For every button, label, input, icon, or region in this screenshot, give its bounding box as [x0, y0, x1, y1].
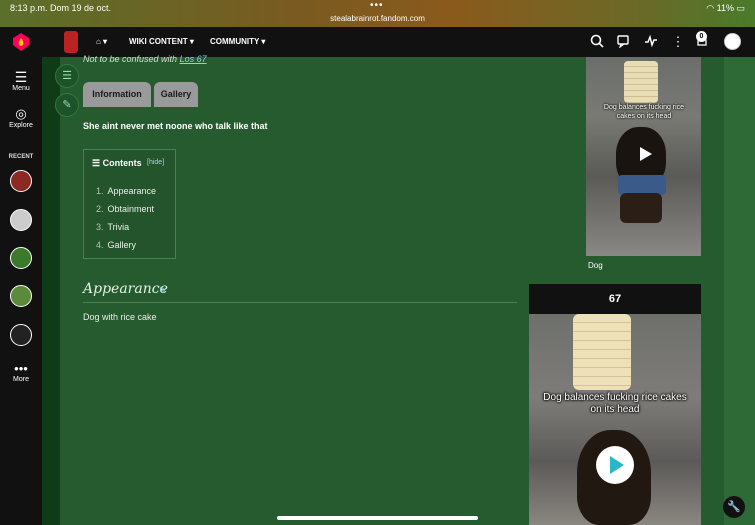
note-link[interactable]: Los 67 [180, 54, 207, 64]
tab-gallery[interactable]: Gallery [154, 82, 198, 107]
top-navigation: ⌂ ▾ WIKI CONTENT ▾ COMMUNITY ▾ ⋮ 0 [0, 27, 755, 57]
infobox-video[interactable]: Dog balances fucking rice cakes on its h… [586, 57, 701, 256]
status-indicators: ◠ 11% ▭ [706, 3, 745, 14]
notifications-icon[interactable]: 0 [694, 31, 710, 50]
recent-wiki-2[interactable] [10, 209, 32, 231]
section-edit-icon[interactable]: ✎ [159, 285, 167, 296]
recent-wiki-4[interactable] [10, 285, 32, 307]
section-heading-appearance: Appearance [83, 281, 168, 297]
toc-item-appearance[interactable]: 1. Appearance [96, 186, 156, 196]
quote-text: She aint never met noone who talk like t… [83, 121, 268, 131]
play-button[interactable] [596, 446, 634, 484]
address-url[interactable]: stealabrainrot.fandom.com [0, 14, 755, 23]
page-background-left [42, 57, 60, 525]
toc-hide-link[interactable]: [hide] [147, 159, 164, 166]
table-of-contents: ☰ Contents [hide] 1. Appearance 2. Obtainm… [83, 149, 176, 259]
toc-item-gallery[interactable]: 4. Gallery [96, 240, 136, 250]
image-caption: Dog [588, 261, 603, 270]
menu-label: Menu [12, 85, 30, 92]
notification-count-badge: 0 [696, 31, 707, 42]
toc-item-obtainment[interactable]: 2. Obtainment [96, 204, 154, 214]
toc-item-label: Appearance [107, 186, 157, 196]
toc-hide-label: hide [148, 159, 163, 166]
toc-item-label: Obtainment [107, 204, 155, 214]
compass-icon: ◎ [15, 106, 27, 121]
wifi-icon: ◠ [706, 3, 715, 13]
fandom-logo-icon[interactable] [12, 32, 30, 52]
explore-label: Explore [9, 122, 33, 129]
community-label: COMMUNITY [210, 37, 260, 46]
dog-bandana [618, 175, 666, 195]
toc-item-num: 2. [96, 204, 104, 214]
wiki-content-menu[interactable]: WIKI CONTENT ▾ [129, 37, 194, 46]
status-time: 8:13 p.m. [10, 3, 48, 13]
toc-title-text: Contents [102, 158, 142, 168]
search-icon[interactable] [589, 34, 605, 50]
play-icon[interactable] [640, 147, 652, 161]
user-avatar[interactable] [724, 33, 741, 50]
section-divider [83, 302, 517, 303]
note-prefix: Not to be confused with [83, 54, 178, 64]
toc-item-label: Gallery [107, 240, 137, 250]
left-rail: ☰ Menu ◎ Explore RECENT ••• More [0, 57, 42, 525]
hamburger-icon: ☰ [14, 69, 28, 85]
recent-wiki-5[interactable] [10, 324, 32, 346]
activity-icon[interactable] [643, 34, 659, 50]
status-date: Dom 19 de oct. [50, 3, 112, 13]
community-menu[interactable]: COMMUNITY ▾ [210, 37, 265, 46]
edit-pencil-icon[interactable]: ✎ [55, 93, 79, 117]
more-dots-icon[interactable]: ••• [370, 0, 384, 11]
menu-button[interactable]: ☰ Menu [0, 69, 42, 92]
toc-title: ☰ Contents [92, 158, 142, 169]
rice-cake-stack [573, 314, 631, 390]
toc-item-trivia[interactable]: 3. Trivia [96, 222, 129, 232]
disambiguation-note: Not to be confused with Los 67 [83, 54, 207, 64]
page-background-right [724, 57, 755, 525]
dog-body [620, 193, 662, 223]
card-video-caption: Dog balances fucking rice cakes on its h… [543, 392, 687, 415]
infobox-card-video[interactable]: Dog balances fucking rice cakes on its h… [529, 314, 701, 525]
wiki-avatar[interactable] [64, 31, 78, 53]
more-button[interactable]: ••• More [0, 361, 42, 384]
tab-information[interactable]: Information [83, 82, 151, 107]
home-indicator[interactable] [277, 516, 478, 520]
wrench-tools-icon[interactable]: 🔧 [723, 496, 745, 518]
wiki-content-label: WIKI CONTENT [129, 37, 188, 46]
toc-item-num: 3. [96, 222, 104, 232]
section-text: Dog with rice cake [83, 312, 157, 322]
more-label: More [13, 376, 29, 383]
infobox-card: 67 Dog balances fucking rice cakes on it… [529, 284, 701, 525]
recent-label: RECENT [8, 154, 34, 160]
rice-cake-stack [624, 61, 658, 103]
play-icon [610, 456, 624, 474]
toc-toggle-icon[interactable]: ☰ [55, 64, 79, 88]
recent-wiki-1[interactable] [10, 170, 32, 192]
battery-icon: ▭ [736, 3, 745, 13]
toc-item-num: 1. [96, 186, 104, 196]
toc-item-label: Trivia [107, 222, 130, 232]
status-bar: 8:13 p.m. Dom 19 de oct. ••• stealabrain… [0, 0, 755, 27]
ellipsis-icon: ••• [14, 361, 28, 376]
infobox-title: 67 [608, 293, 622, 305]
explore-button[interactable]: ◎ Explore [0, 106, 42, 129]
recent-wiki-3[interactable] [10, 247, 32, 269]
more-options-icon[interactable]: ⋮ [670, 34, 686, 50]
video-caption: Dog balances fucking rice cakes on its h… [603, 104, 685, 120]
discussions-icon[interactable] [616, 34, 632, 50]
list-icon: ☰ [92, 158, 101, 168]
battery-percent: 11% [716, 3, 734, 13]
home-menu-icon[interactable]: ⌂ ▾ [96, 37, 107, 46]
toc-item-num: 4. [96, 240, 104, 250]
